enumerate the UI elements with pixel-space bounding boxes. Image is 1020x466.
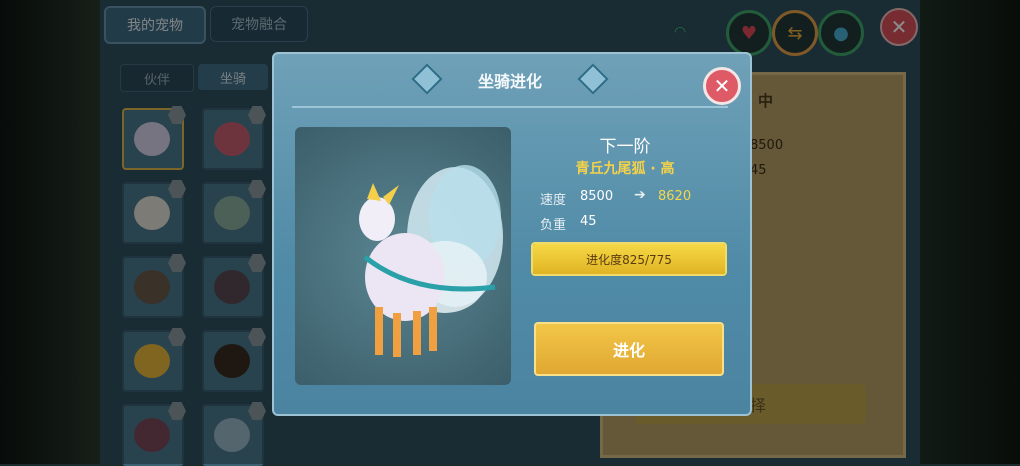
load-current-value: 45	[580, 214, 597, 229]
next-stage-label: 下一阶	[599, 137, 651, 157]
evolution-progress-bar: 进化度825/775	[531, 242, 727, 276]
evolve-button[interactable]: 进化	[534, 322, 724, 376]
progress-text: 进化度825/775	[586, 252, 672, 267]
speed-current-value: 8500	[580, 189, 614, 204]
speed-label: 速度	[540, 193, 567, 208]
nine-tailed-fox-illustration	[359, 165, 503, 357]
modal-close-button[interactable]: ✕	[703, 67, 741, 105]
modal-title: 坐骑进化	[477, 72, 542, 91]
load-label: 负重	[540, 218, 567, 233]
speed-next-value: 8620	[658, 189, 692, 204]
modal-divider	[292, 106, 728, 108]
arrow-right-icon: ➔	[634, 187, 646, 203]
mount-name: 青丘九尾狐 · 高	[575, 161, 675, 177]
mount-preview	[295, 127, 511, 385]
